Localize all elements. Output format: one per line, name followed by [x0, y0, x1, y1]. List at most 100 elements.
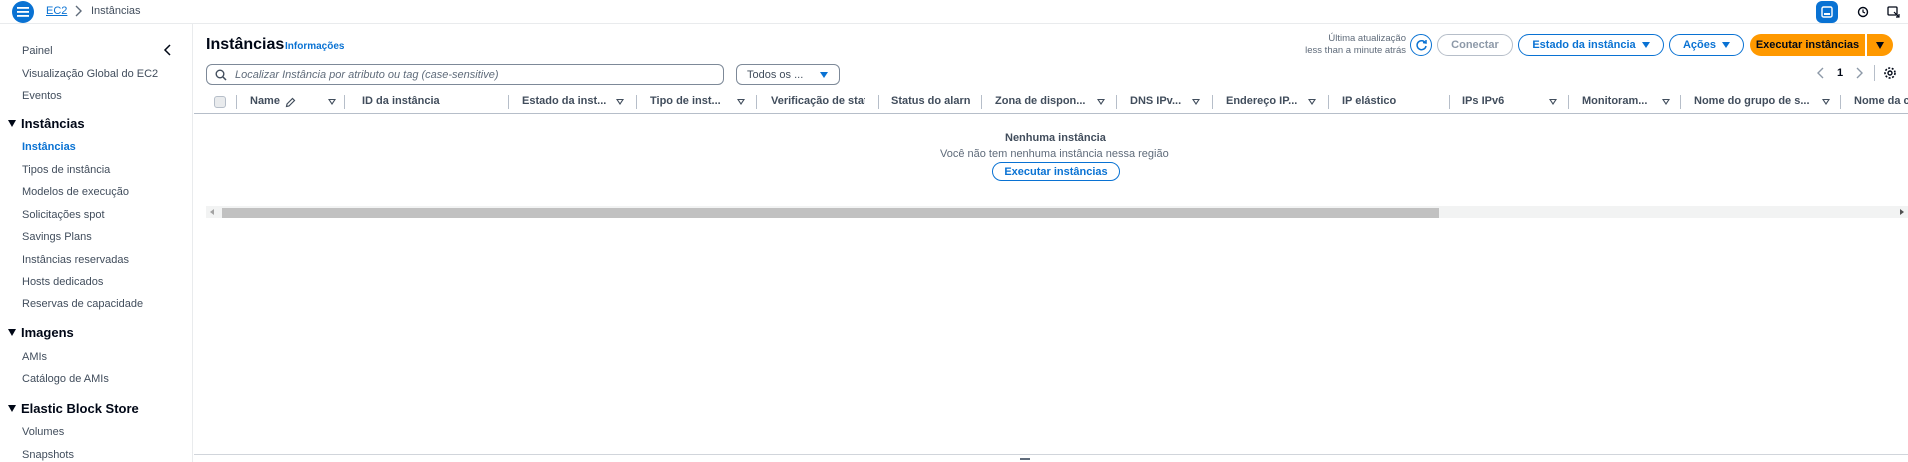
empty-state-launch-button[interactable]: Executar instâncias	[992, 162, 1120, 181]
horizontal-scrollbar[interactable]	[206, 206, 1908, 218]
refresh-button[interactable]	[1410, 34, 1432, 56]
instance-state-filter-select[interactable]: Todos os ...	[736, 64, 840, 85]
sidebar-item-savings-plans[interactable]: Savings Plans	[22, 231, 92, 243]
column-header-estado-da-instancia[interactable]: Estado da inst...	[522, 95, 610, 107]
column-header-name[interactable]: Name	[250, 95, 286, 107]
sidebar-item-eventos[interactable]: Eventos	[22, 90, 62, 102]
menu-icon[interactable]	[12, 1, 34, 23]
last-update-value: less than a minute atrás	[1305, 45, 1406, 56]
column-divider	[1568, 95, 1569, 109]
split-panel-divider	[194, 454, 1908, 455]
sidebar-item-reservas-de-capacidade[interactable]: Reservas de capacidade	[22, 298, 143, 310]
pager-divider	[1874, 65, 1875, 81]
column-divider	[1840, 95, 1841, 109]
sidebar-item-tipos-de-instancia[interactable]: Tipos de instância	[22, 164, 110, 176]
scroll-left-icon[interactable]	[210, 209, 214, 215]
column-divider	[878, 95, 879, 109]
sidebar-item-hosts-dedicados[interactable]: Hosts dedicados	[22, 276, 103, 288]
caret-down-icon	[8, 405, 16, 412]
last-update-label: Última atualização	[1328, 33, 1406, 44]
column-header-verificacao-de-status[interactable]: Verificação de stat	[771, 95, 865, 107]
sidebar-item-instancias-reservadas[interactable]: Instâncias reservadas	[22, 254, 129, 266]
state-filter-value: Todos os ...	[747, 68, 804, 81]
sidebar-item-visualizacao-global[interactable]: Visualização Global do EC2	[22, 68, 158, 80]
launch-instances-dropdown[interactable]	[1867, 34, 1893, 56]
sidebar-item-catalogo-de-amis[interactable]: Catálogo de AMIs	[22, 373, 109, 385]
sidebar-item-volumes[interactable]: Volumes	[22, 426, 64, 438]
column-divider	[1116, 95, 1117, 109]
main-content: Instâncias Informações Última atualizaçã…	[194, 24, 1908, 462]
column-header-zona-de-disponibilidade[interactable]: Zona de dispon...	[995, 95, 1091, 107]
column-header-nome-da-chave[interactable]: Nome da c	[1854, 95, 1908, 107]
sort-icon[interactable]	[616, 99, 624, 105]
search-field[interactable]	[206, 64, 724, 85]
sort-icon[interactable]	[1822, 99, 1830, 105]
column-header-monitoramento[interactable]: Monitoram...	[1582, 95, 1654, 107]
empty-state-description: Você não tem nenhuma instância nessa reg…	[940, 148, 1169, 160]
page-number[interactable]: 1	[1828, 67, 1852, 79]
sidebar-section-elastic-block-store[interactable]: Elastic Block Store	[8, 401, 139, 416]
sort-icon[interactable]	[737, 99, 745, 105]
table-header: Name ID da instância Estado da inst... T…	[194, 89, 1908, 114]
sidebar-section-title: Instâncias	[21, 116, 85, 131]
column-header-ip-elastico[interactable]: IP elástico	[1342, 95, 1412, 107]
scrollbar-thumb[interactable]	[222, 208, 1439, 218]
column-divider	[508, 95, 509, 109]
clock-icon[interactable]	[1852, 1, 1874, 23]
sidebar-section-imagens[interactable]: Imagens	[8, 325, 74, 340]
column-divider	[981, 95, 982, 109]
sidebar-item-solicitacoes-spot[interactable]: Solicitações spot	[22, 209, 105, 221]
connect-button-label: Conectar	[1451, 39, 1499, 51]
refresh-icon	[1415, 39, 1427, 50]
last-update-text: Última atualização less than a minute at…	[1296, 33, 1406, 57]
instance-state-button[interactable]: Estado da instância	[1518, 34, 1664, 56]
sidebar-item-instancias[interactable]: Instâncias	[22, 141, 76, 153]
top-navigation-bar: EC2 Instâncias	[0, 0, 1908, 24]
column-header-nome-do-grupo-de-seguranca[interactable]: Nome do grupo de s...	[1694, 95, 1816, 107]
sidebar-item-painel[interactable]: Painel	[22, 45, 53, 57]
sort-icon[interactable]	[1549, 99, 1557, 105]
external-window-icon[interactable]	[1882, 1, 1904, 23]
info-link[interactable]: Informações	[285, 41, 344, 52]
launch-instances-button[interactable]: Executar instâncias	[1750, 34, 1865, 56]
column-header-tipo-de-instancia[interactable]: Tipo de inst...	[650, 95, 728, 107]
column-header-id-da-instancia[interactable]: ID da instância	[362, 95, 482, 107]
gear-icon[interactable]	[1883, 66, 1897, 80]
connect-button[interactable]: Conectar	[1437, 34, 1513, 56]
resize-handle[interactable]	[1020, 458, 1030, 460]
sidebar-navigation: Painel Visualização Global do EC2 Evento…	[0, 24, 193, 462]
sidebar-item-amis[interactable]: AMIs	[22, 351, 47, 363]
column-divider	[344, 95, 345, 109]
column-divider	[636, 95, 637, 109]
chevron-left-icon[interactable]	[162, 44, 174, 56]
chevron-left-icon[interactable]	[1814, 66, 1828, 80]
sort-icon[interactable]	[1097, 99, 1105, 105]
actions-button[interactable]: Ações	[1669, 34, 1744, 56]
sidebar-section-title: Elastic Block Store	[21, 401, 139, 416]
column-divider	[756, 95, 757, 109]
search-input[interactable]	[235, 68, 715, 81]
select-all-checkbox[interactable]	[214, 96, 226, 108]
sort-icon[interactable]	[1308, 99, 1316, 105]
actions-button-label: Ações	[1682, 39, 1717, 51]
sort-icon[interactable]	[1192, 99, 1200, 105]
column-header-dns-ipv4[interactable]: DNS IPv...	[1130, 95, 1188, 107]
column-header-endereco-ip[interactable]: Endereço IP...	[1226, 95, 1302, 107]
sidebar-item-modelos-de-execucao[interactable]: Modelos de execução	[22, 186, 129, 198]
sort-icon[interactable]	[328, 99, 336, 105]
sidebar-item-snapshots[interactable]: Snapshots	[22, 449, 74, 461]
breadcrumb-ec2-link[interactable]: EC2	[46, 5, 67, 17]
edit-icon[interactable]	[285, 97, 296, 108]
sort-icon[interactable]	[1662, 99, 1670, 105]
column-header-status-do-alarme[interactable]: Status do alarn	[891, 95, 974, 107]
column-divider	[236, 95, 237, 109]
caret-down-icon	[820, 72, 828, 78]
scroll-right-icon[interactable]	[1900, 209, 1904, 215]
page-title: Instâncias	[206, 36, 285, 53]
column-header-ips-ipv6[interactable]: IPs IPv6	[1462, 95, 1522, 107]
sidebar-section-instancias[interactable]: Instâncias	[8, 116, 85, 131]
column-divider	[1212, 95, 1213, 109]
panel-toggle-icon[interactable]	[1816, 1, 1838, 23]
column-divider	[1680, 95, 1681, 109]
chevron-right-icon[interactable]	[1852, 66, 1866, 80]
